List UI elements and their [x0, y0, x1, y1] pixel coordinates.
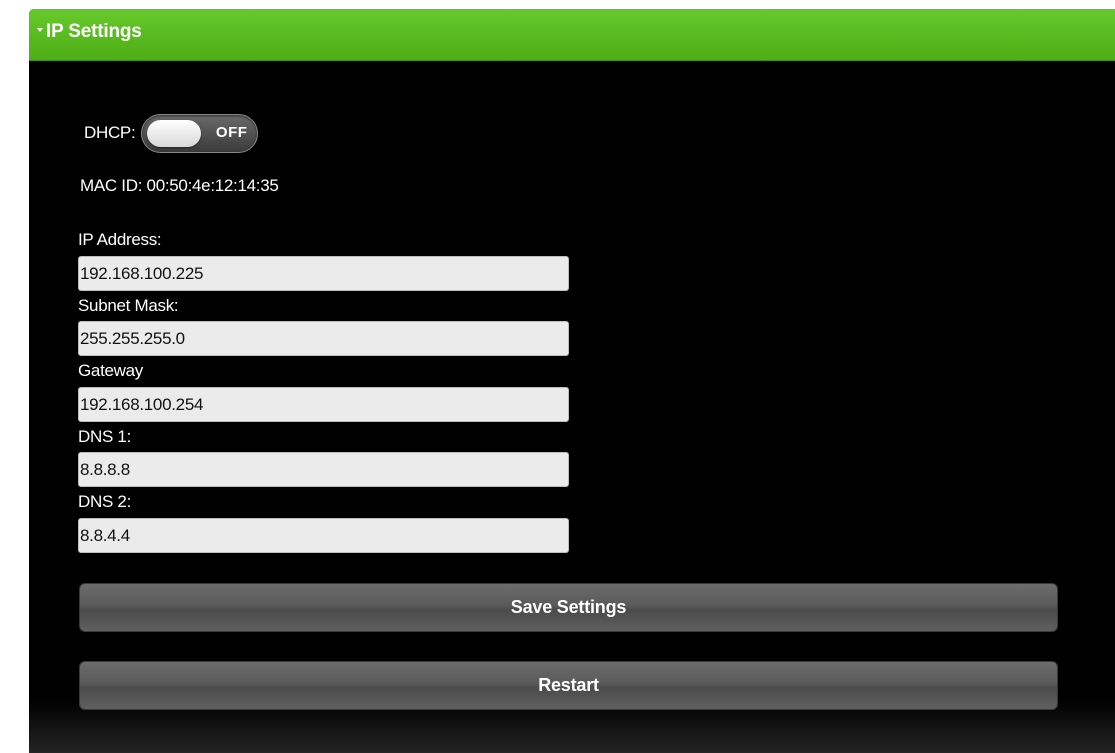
dns2-label: DNS 2:	[78, 492, 131, 511]
gateway-label: Gateway	[78, 361, 143, 380]
subnet-mask-label: Subnet Mask:	[78, 296, 179, 315]
dns2-input[interactable]	[78, 518, 569, 553]
toggle-knob[interactable]	[147, 119, 202, 147]
save-settings-button[interactable]: Save Settings	[79, 583, 1058, 632]
ip-address-label: IP Address:	[78, 230, 162, 249]
ip-settings-panel: IP Settings DHCP: OFF MAC ID: 00:50:4e:1…	[29, 9, 1115, 753]
ip-address-input[interactable]	[78, 256, 569, 291]
gateway-input[interactable]	[78, 387, 569, 422]
panel-title: IP Settings	[46, 20, 142, 42]
dns1-input[interactable]	[78, 452, 569, 487]
dhcp-toggle[interactable]: OFF	[141, 113, 259, 153]
subnet-mask-input[interactable]	[78, 321, 569, 356]
caret-down-icon[interactable]	[37, 27, 43, 32]
restart-button[interactable]: Restart	[79, 661, 1058, 710]
toggle-state-label: OFF	[215, 123, 248, 141]
panel-header[interactable]: IP Settings	[29, 9, 1115, 61]
dns1-label: DNS 1:	[78, 427, 131, 446]
dhcp-label: DHCP:	[84, 123, 136, 142]
dhcp-row: DHCP: OFF	[84, 113, 259, 153]
mac-id-text: MAC ID: 00:50:4e:12:14:35	[80, 176, 279, 195]
